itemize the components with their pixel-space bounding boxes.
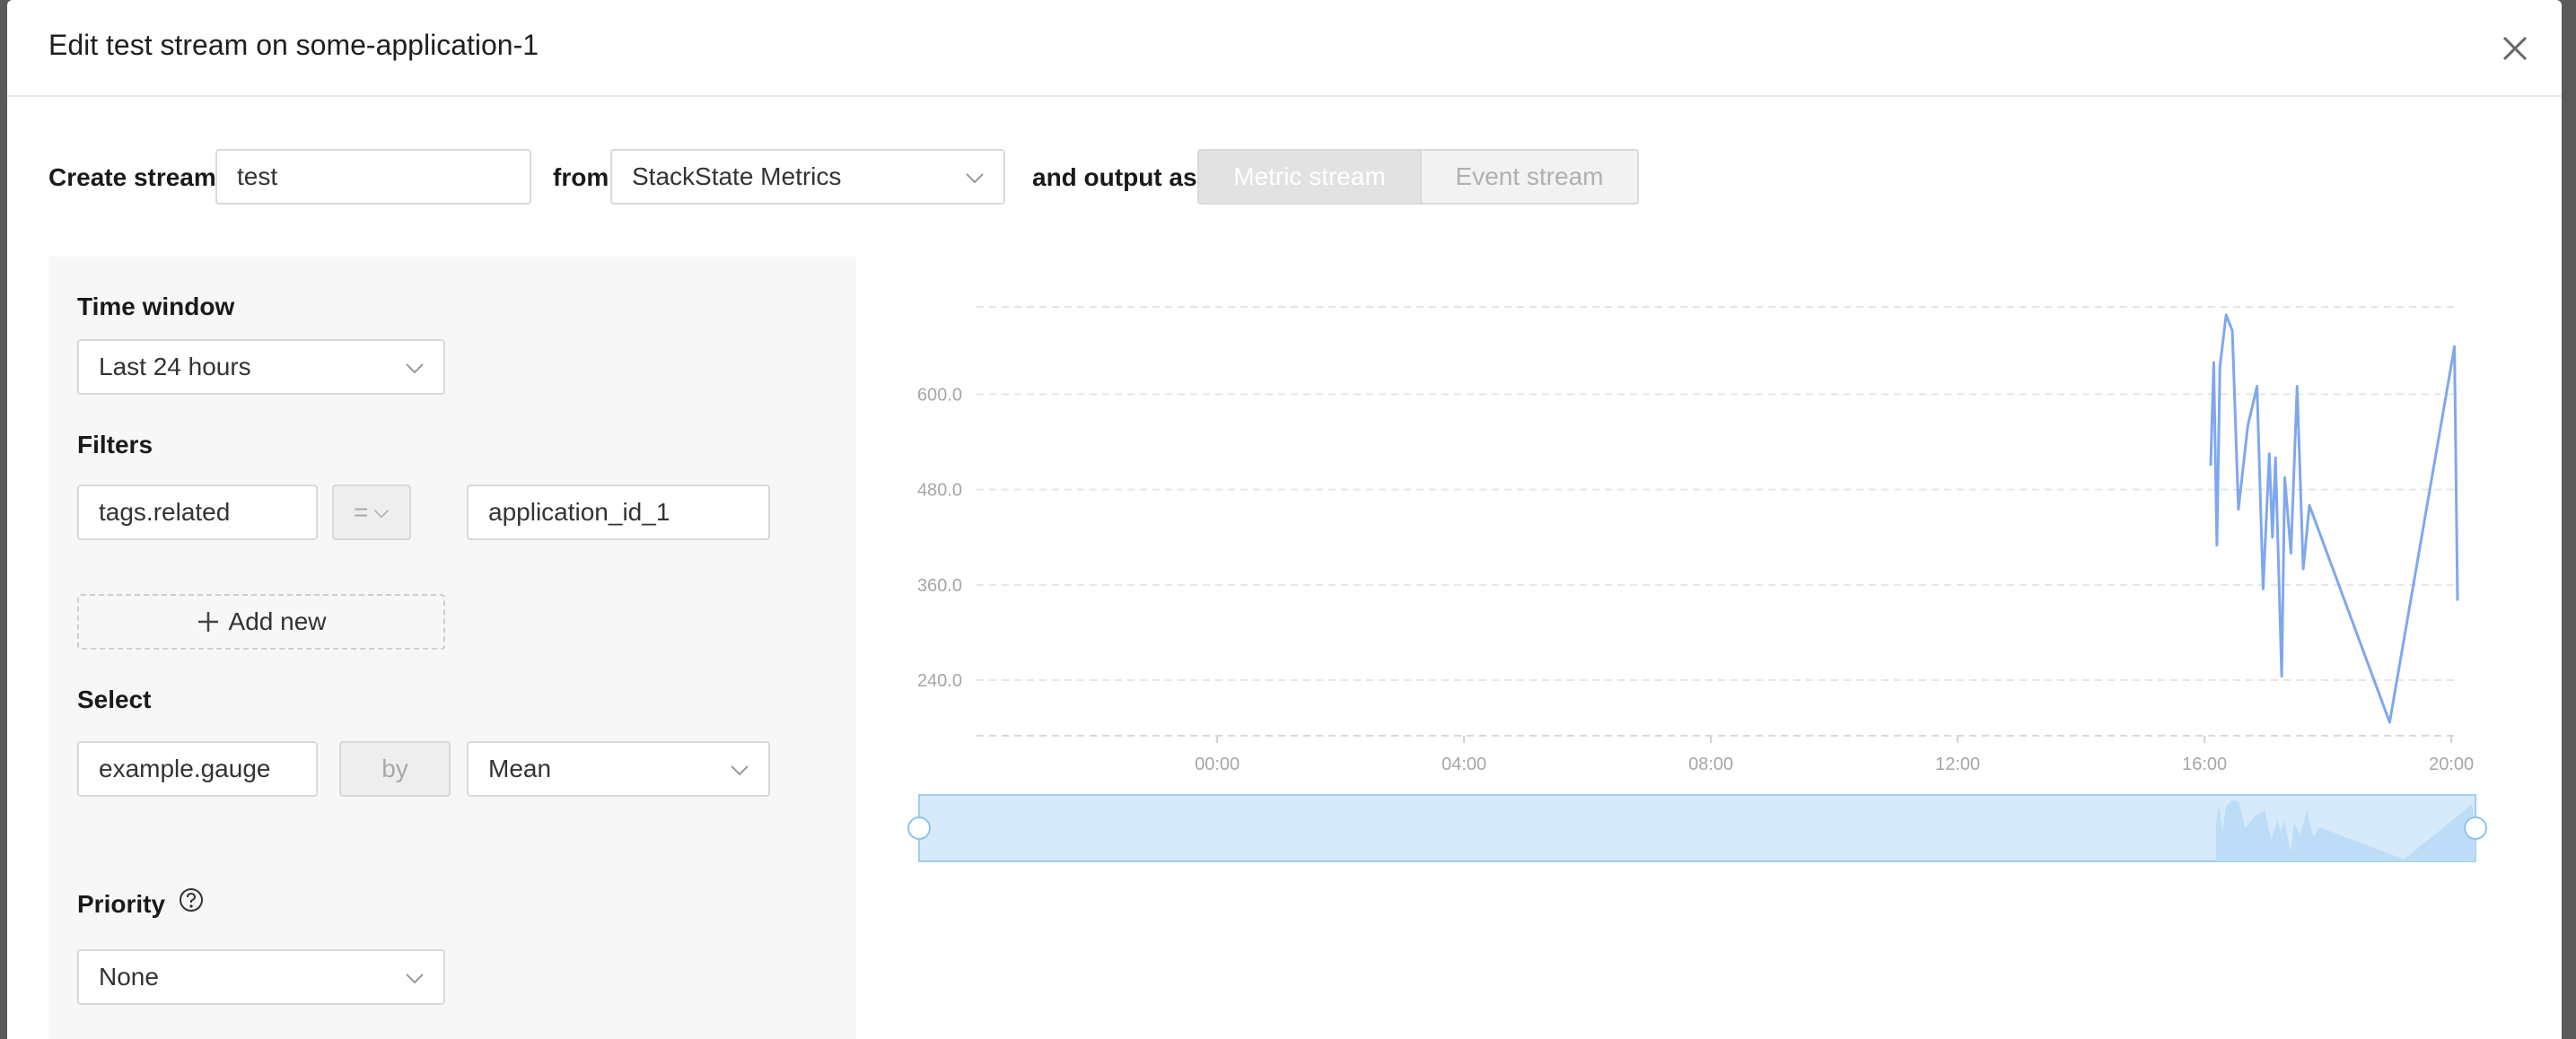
chevron-down-icon bbox=[406, 974, 424, 984]
output-as-label: and output as bbox=[1032, 163, 1197, 191]
filter-operator-select[interactable]: = bbox=[332, 485, 411, 540]
select-metric-input[interactable]: example.gauge bbox=[77, 741, 318, 797]
filters-label: Filters bbox=[77, 431, 153, 458]
priority-label: Priority bbox=[77, 890, 166, 918]
close-icon[interactable] bbox=[2497, 31, 2533, 66]
edit-stream-modal: Edit test stream on some-application-1 C… bbox=[7, 0, 2562, 1039]
chevron-down-icon bbox=[731, 765, 749, 776]
time-window-value: Last 24 hours bbox=[99, 353, 251, 380]
event-stream-toggle[interactable]: Event stream bbox=[1420, 149, 1639, 205]
plus-icon bbox=[197, 612, 218, 632]
metric-stream-toggle[interactable]: Metric stream bbox=[1197, 149, 1422, 205]
add-filter-button[interactable]: Add new bbox=[77, 594, 445, 650]
y-tick-label: 480.0 bbox=[917, 481, 962, 501]
aggregation-value: Mean bbox=[488, 755, 552, 782]
by-label: by bbox=[339, 741, 451, 797]
source-select-value: StackState Metrics bbox=[632, 162, 842, 190]
help-icon[interactable] bbox=[178, 886, 205, 913]
y-tick-label: 360.0 bbox=[917, 576, 962, 596]
series-line bbox=[2209, 313, 2459, 724]
metric-chart[interactable]: 240.0 360.0 480.0 600.0 00:00 04:00 08:00 12:0… bbox=[896, 287, 2493, 879]
brush-handle-left[interactable] bbox=[907, 816, 931, 840]
add-new-label: Add new bbox=[228, 607, 327, 635]
y-tick-label: 240.0 bbox=[917, 671, 962, 691]
stream-name-input[interactable] bbox=[215, 149, 531, 205]
x-tick-label: 20:00 bbox=[2429, 755, 2474, 774]
chevron-down-icon bbox=[966, 173, 984, 184]
x-tick-label: 16:00 bbox=[2182, 755, 2227, 774]
x-tick-label: 08:00 bbox=[1688, 755, 1733, 774]
priority-select[interactable]: None bbox=[77, 949, 445, 1005]
from-label: from bbox=[553, 163, 609, 191]
filter-operator-value: = bbox=[354, 498, 369, 526]
y-tick-label: 600.0 bbox=[917, 385, 962, 405]
brush-handle-right[interactable] bbox=[2464, 816, 2487, 840]
source-select[interactable]: StackState Metrics bbox=[610, 149, 1005, 205]
y-axis: 240.0 360.0 480.0 600.0 bbox=[917, 385, 962, 691]
chart-grid bbox=[977, 306, 2458, 737]
create-stream-label: Create stream bbox=[48, 163, 216, 191]
chevron-down-icon bbox=[373, 510, 390, 519]
chevron-down-icon bbox=[406, 363, 424, 374]
time-window-label: Time window bbox=[77, 292, 235, 320]
x-tick-label: 00:00 bbox=[1195, 755, 1240, 774]
time-window-select[interactable]: Last 24 hours bbox=[77, 339, 445, 395]
select-label: Select bbox=[77, 685, 152, 713]
series-layer bbox=[2209, 313, 2459, 724]
aggregation-select[interactable]: Mean bbox=[467, 741, 770, 797]
modal-header: Edit test stream on some-application-1 bbox=[7, 0, 2562, 97]
x-tick-label: 04:00 bbox=[1441, 755, 1486, 774]
x-tick-label: 12:00 bbox=[1935, 755, 1980, 774]
priority-value: None bbox=[99, 963, 159, 991]
x-axis: 00:00 04:00 08:00 12:00 16:00 20:00 bbox=[1195, 736, 2474, 774]
modal-title: Edit test stream on some-application-1 bbox=[48, 29, 539, 61]
filter-value-input[interactable]: application_id_1 bbox=[467, 485, 770, 540]
query-panel: Time window Last 24 hours Filters tags.r… bbox=[48, 257, 856, 1039]
filter-key-input[interactable]: tags.related bbox=[77, 485, 318, 540]
time-range-brush[interactable] bbox=[907, 794, 2487, 862]
